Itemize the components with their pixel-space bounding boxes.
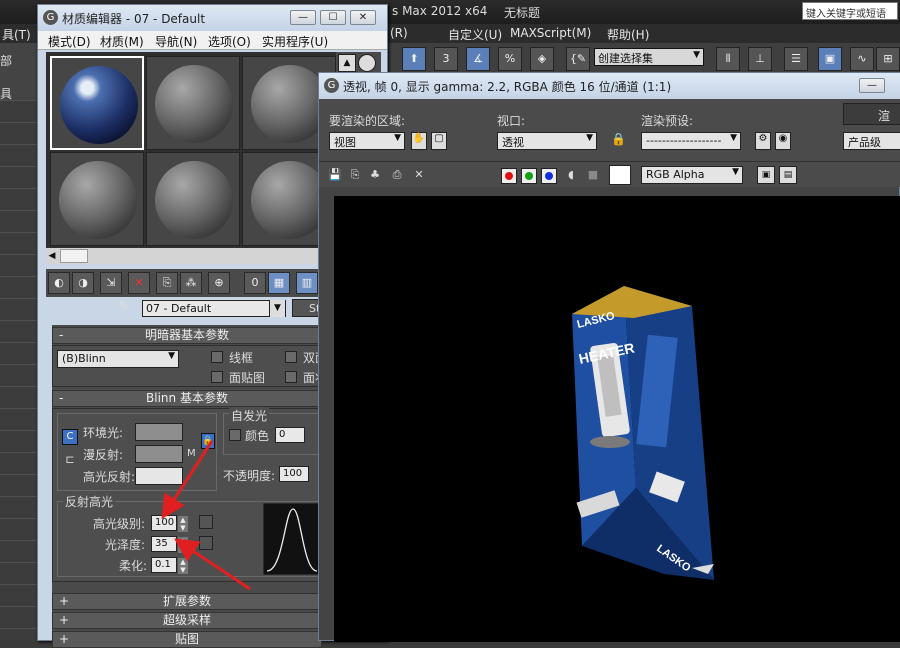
edit-region-icon[interactable]: ✋ [411,132,427,150]
blue-dot-icon [545,172,553,180]
green-dot-icon [525,172,533,180]
red-dot-icon [505,172,513,180]
render-window-title-bar: G 透视, 帧 0, 显示 gamma: 2.2, RGBA 颜色 16 位/通… [319,73,900,99]
rendered-heater-box: LASKO HEATER LASKO [572,286,714,580]
lock-viewport-icon[interactable]: 🔒 [611,132,626,150]
display-channel-dropdown[interactable]: RGB Alpha ▼ [641,166,743,184]
help-search-input[interactable]: 键入关键字或短语 [802,2,898,20]
app-title: s Max 2012 x64 [392,4,488,18]
swatch-color[interactable] [609,165,631,185]
render-settings-panel: 要渲染的区域: 视图 ▼ ✋ ▢ 视口: 透视 ▼ 🔒 渲染预设: --------… [319,99,900,161]
schematic-view-icon[interactable]: ⊞ [876,47,900,71]
area-to-render-dropdown[interactable]: 视图 ▼ [329,132,405,150]
chevron-down-icon: ▼ [693,50,700,60]
chevron-down-icon: ▼ [732,167,739,177]
menu-tools[interactable]: 具(T) [2,26,31,43]
environment-icon[interactable]: ◉ [775,132,791,150]
named-selection-set-dropdown[interactable]: 创建选择集 ▼ [594,48,704,66]
viewport-grid[interactable] [0,100,40,641]
print-image-icon[interactable]: ⎙ [389,167,405,183]
copy-image-icon[interactable]: ⎘ [347,167,363,183]
red-channel-toggle[interactable] [501,168,517,184]
alpha-channel-icon[interactable]: ◖ [563,167,579,183]
mirror-icon[interactable]: ⫴ [716,47,740,71]
select-object-icon[interactable]: ⬆ [402,47,426,71]
render-quality-value: 产品级 [848,136,881,149]
document-title: 无标题 [504,6,541,20]
render-button[interactable]: 渲染 [843,103,900,125]
snap-3-button[interactable]: 3 [434,47,458,71]
render-preset-dropdown[interactable]: ------------------- ▼ [641,132,741,150]
save-image-icon[interactable]: 💾 [327,167,343,183]
chevron-down-icon: ▼ [730,133,737,143]
render-output-image: LASKO HEATER LASKO [334,196,900,642]
monochrome-icon[interactable]: ■ [585,167,601,183]
left-label-1: 部 [0,54,13,68]
display-channel-value: RGB Alpha [646,168,705,181]
toggle-ui-icon[interactable]: ▤ [779,166,797,184]
selection-set-value: 创建选择集 [598,52,653,65]
clone-frame-icon[interactable]: ♣ [367,167,383,183]
render-preset-label: 渲染预设: [641,114,694,128]
percent-snap-button[interactable]: % [498,47,522,71]
rendered-frame-window: G 透视, 帧 0, 显示 gamma: 2.2, RGBA 颜色 16 位/通… [318,72,900,642]
blue-channel-toggle[interactable] [541,168,557,184]
menu-maxscript[interactable]: MAXScript(M) [510,26,591,40]
render-quality-dropdown[interactable]: 产品级 [843,132,900,150]
render-window-app-icon: G [324,78,339,93]
viewport-dropdown[interactable]: 透视 ▼ [497,132,597,150]
render-frame-toolbar: 💾 ⎘ ♣ ⎙ ✕ ◖ ■ RGB Alpha ▼ ▣ ▤ [319,161,900,187]
viewport-label: 视口: [497,114,526,128]
toggle-ui-overlay-icon[interactable]: ▣ [757,166,775,184]
render-setup-icon[interactable]: ⚙ [755,132,771,150]
snap-label: 3 [442,52,450,65]
scene-explorer-icon[interactable]: ▣ [818,47,842,71]
curve-editor-icon[interactable]: ∿ [850,47,874,71]
minimize-button[interactable]: — [859,78,885,93]
menu-help[interactable]: 帮助(H) [607,26,649,43]
chevron-down-icon: ▼ [586,133,593,143]
percent-label: % [504,52,516,65]
angle-snap-icon[interactable]: ∡ [466,47,490,71]
area-to-render-label: 要渲染的区域: [329,114,406,128]
menu-render[interactable]: (R) [390,26,408,40]
chevron-down-icon: ▼ [394,133,401,143]
render-preset-value: ------------------- [646,134,722,147]
render-window-title: 透视, 帧 0, 显示 gamma: 2.2, RGBA 颜色 16 位/通道 … [343,80,672,94]
viewport-value: 透视 [502,136,524,149]
edit-named-sets-icon[interactable]: {✎ [566,47,590,71]
green-channel-toggle[interactable] [521,168,537,184]
spinner-snap-icon[interactable]: ◈ [530,47,554,71]
clear-icon[interactable]: ✕ [411,167,427,183]
layer-manager-icon[interactable]: ☰ [784,47,808,71]
area-to-render-value: 视图 [334,136,356,149]
menu-customize[interactable]: 自定义(U) [448,26,502,43]
align-icon[interactable]: ⊥ [748,47,772,71]
auto-region-icon[interactable]: ▢ [431,132,447,150]
